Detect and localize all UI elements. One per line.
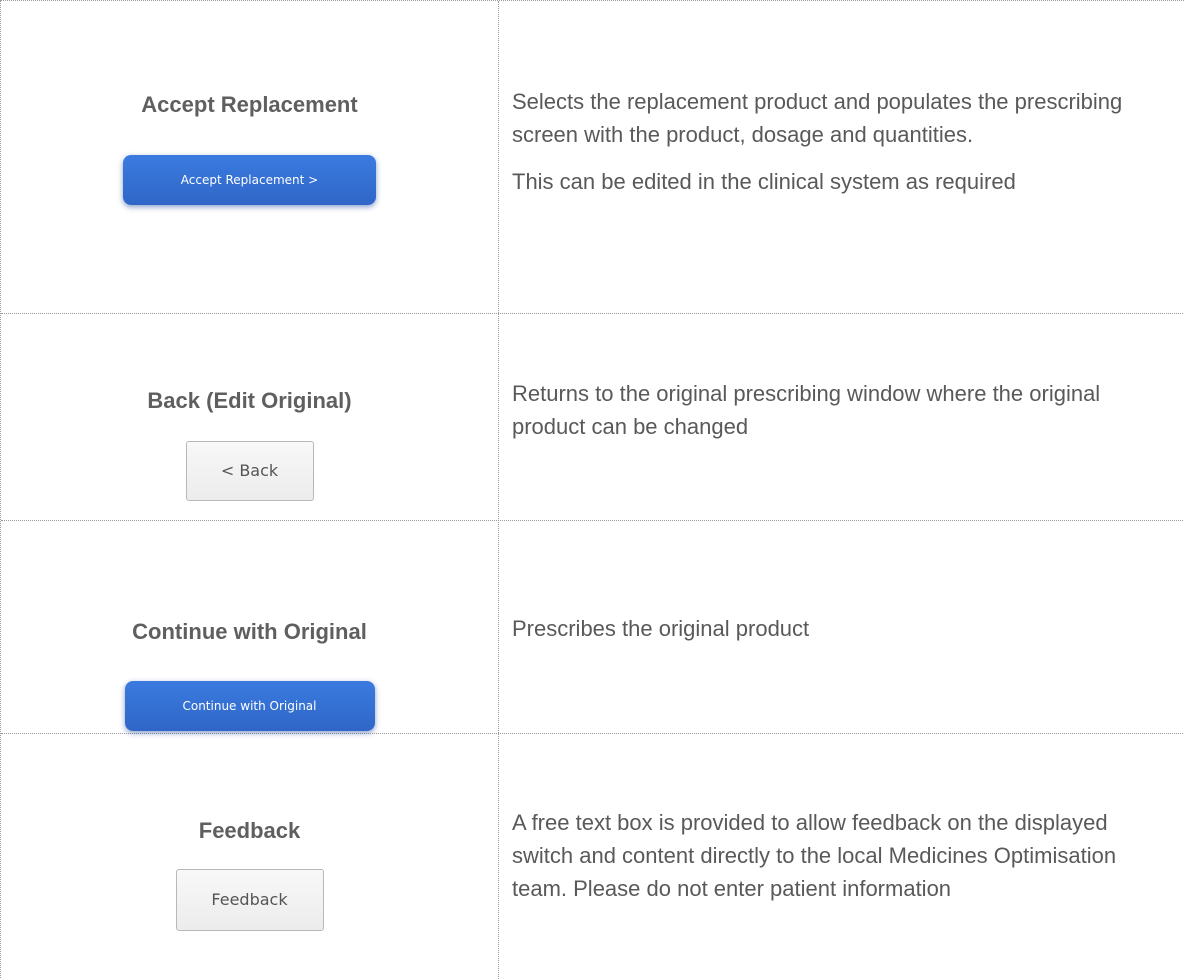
button-preview-cell: Feedback (1, 869, 498, 931)
description-cell: A free text box is provided to allow fee… (512, 806, 1172, 905)
row-heading: Continue with Original (132, 619, 367, 644)
button-preview-cell: Continue with Original (1, 681, 498, 731)
button-cell: Accept Replacement (1, 91, 498, 119)
table-row-back: Back (Edit Original) < Back Returns to t… (1, 314, 1184, 521)
row-description: A free text box is provided to allow fee… (512, 810, 1117, 901)
row-description-note: This can be edited in the clinical syste… (512, 169, 1016, 194)
button-cell: Back (Edit Original) (1, 387, 498, 415)
row-description: Prescribes the original product (512, 616, 810, 641)
button-preview-cell: < Back (1, 441, 498, 501)
row-heading: Accept Replacement (141, 92, 358, 117)
column-divider (498, 1, 499, 979)
continue-with-original-button[interactable]: Continue with Original (124, 681, 375, 731)
table-row-continue-with-original: Continue with Original Continue with Ori… (1, 521, 1184, 734)
button-cell: Feedback (1, 817, 498, 845)
table-row-feedback: Feedback Feedback A free text box is pro… (1, 734, 1184, 979)
accept-replacement-button[interactable]: Accept Replacement > (123, 155, 376, 205)
button-reference-table: Accept Replacement Accept Replacement > … (0, 0, 1184, 979)
description-cell: Selects the replacement product and popu… (512, 85, 1172, 198)
row-heading: Feedback (198, 818, 301, 843)
feedback-button[interactable]: Feedback (175, 869, 324, 931)
button-preview-cell: Accept Replacement > (1, 155, 498, 205)
back-button[interactable]: < Back (185, 441, 314, 501)
row-description: Returns to the original prescribing wind… (512, 381, 1101, 439)
table-row-accept-replacement: Accept Replacement Accept Replacement > … (1, 1, 1184, 314)
row-description: Selects the replacement product and popu… (512, 89, 1123, 147)
button-cell: Continue with Original (1, 618, 498, 646)
row-heading: Back (Edit Original) (147, 388, 352, 413)
description-cell: Returns to the original prescribing wind… (512, 377, 1172, 443)
description-cell: Prescribes the original product (512, 612, 1172, 645)
